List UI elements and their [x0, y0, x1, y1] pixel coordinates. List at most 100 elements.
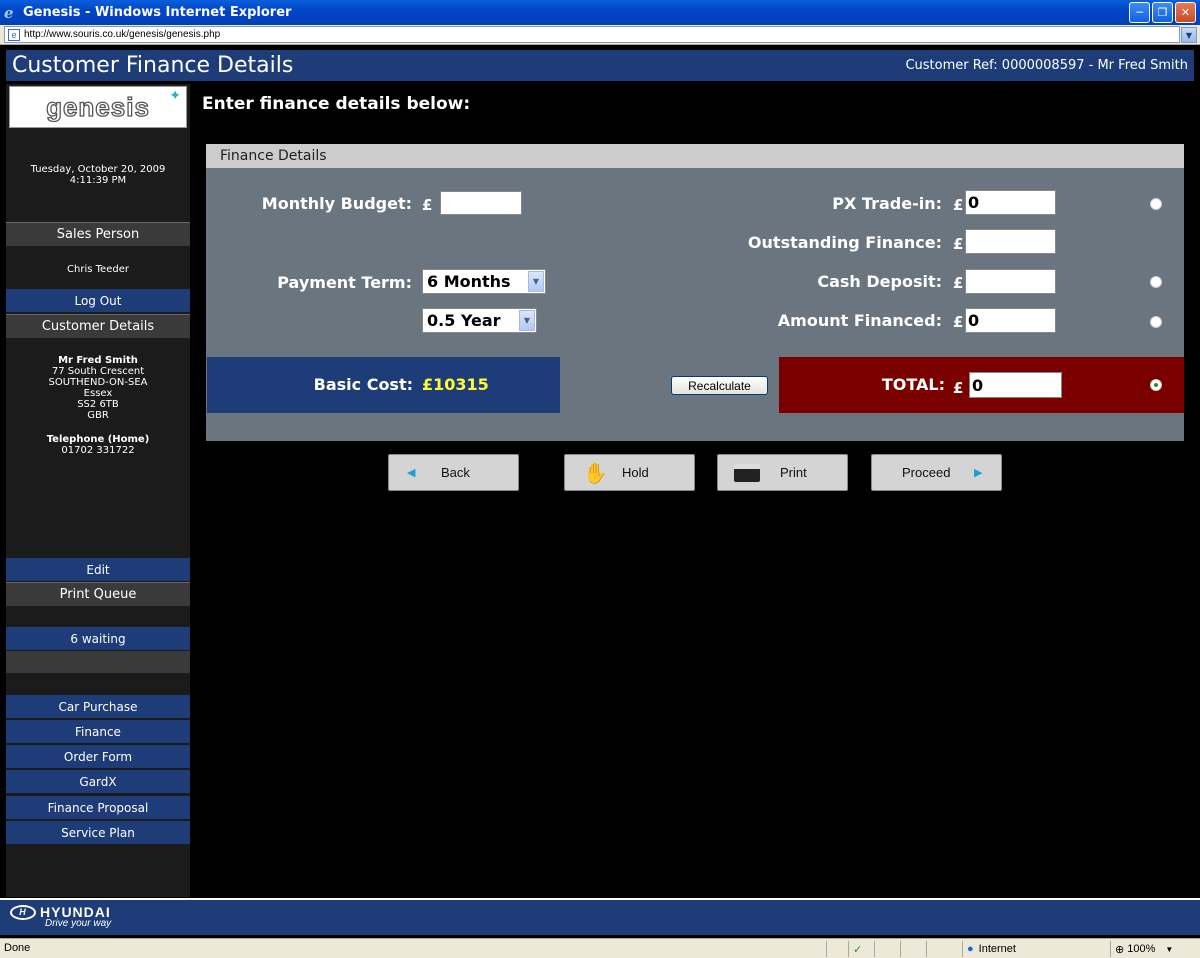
- total-box: TOTAL: £ 0: [779, 357, 1184, 413]
- sidebar-item-service-plan[interactable]: Service Plan: [6, 821, 190, 844]
- total-label: TOTAL:: [881, 375, 945, 394]
- back-button-label: Back: [441, 465, 470, 480]
- status-text: Done: [4, 942, 31, 954]
- edit-button[interactable]: Edit: [6, 558, 190, 581]
- genesis-logo-text: genesis: [45, 91, 150, 122]
- outstanding-finance-input[interactable]: [965, 229, 1056, 254]
- time-text: 4:11:39 PM: [69, 175, 127, 186]
- currency-symbol: £: [953, 235, 964, 253]
- cash-deposit-label: Cash Deposit:: [817, 272, 942, 291]
- outstanding-finance-label: Outstanding Finance:: [747, 233, 942, 252]
- customer-ref: Customer Ref: 0000008597 - Mr Fred Smith: [905, 58, 1188, 73]
- sidebar-item-finance[interactable]: Finance: [6, 720, 190, 743]
- px-trade-in-input[interactable]: 0: [965, 190, 1056, 215]
- hold-button[interactable]: ✋ Hold: [564, 454, 695, 491]
- address-field[interactable]: e http://www.souris.co.uk/genesis/genesi…: [4, 26, 1180, 43]
- payment-term-years-select[interactable]: 0.5 Year ▼: [422, 308, 537, 333]
- panel-title: Finance Details: [206, 144, 1184, 168]
- total-input[interactable]: 0: [969, 372, 1062, 398]
- currency-symbol: £: [953, 313, 964, 331]
- currency-symbol: £: [422, 196, 433, 214]
- window-controls: ─ ❐ ✕: [1129, 2, 1196, 23]
- status-cell: [874, 941, 900, 957]
- amount-financed-input[interactable]: 0: [965, 308, 1056, 333]
- sales-person-name: Chris Teeder: [67, 264, 129, 275]
- restore-icon[interactable]: ❐: [1152, 2, 1173, 23]
- datetime: Tuesday, October 20, 2009 4:11:39 PM: [6, 164, 190, 186]
- minimize-icon[interactable]: ─: [1129, 2, 1150, 23]
- sidebar-item-car-purchase[interactable]: Car Purchase: [6, 695, 190, 718]
- address-url: http://www.souris.co.uk/genesis/genesis.…: [24, 29, 221, 40]
- status-cell: [926, 941, 956, 957]
- customer-address-line: Essex: [83, 388, 113, 399]
- status-cell: [900, 941, 926, 957]
- sidebar-spacer: [6, 651, 190, 673]
- sidebar-item-order-form[interactable]: Order Form: [6, 745, 190, 768]
- security-icon: ✓: [848, 941, 874, 957]
- zone-text: Internet: [978, 943, 1016, 955]
- back-button[interactable]: ◀ Back: [388, 454, 519, 491]
- px-trade-in-radio[interactable]: [1150, 198, 1162, 210]
- printer-icon: [734, 464, 760, 482]
- genesis-logo: genesis ✦: [9, 86, 187, 128]
- amount-financed-radio[interactable]: [1150, 316, 1162, 328]
- sidebar: genesis ✦ Tuesday, October 20, 2009 4:11…: [6, 84, 190, 897]
- chevron-down-icon[interactable]: ▼: [519, 310, 535, 331]
- amount-financed-label: Amount Financed:: [777, 311, 942, 330]
- address-bar: e http://www.souris.co.uk/genesis/genesi…: [0, 25, 1200, 45]
- cash-deposit-input[interactable]: [965, 269, 1056, 294]
- hyundai-tagline: Drive your way: [45, 918, 112, 929]
- finance-panel: Finance Details Monthly Budget: £ Paymen…: [206, 144, 1184, 441]
- total-radio[interactable]: [1150, 379, 1162, 391]
- monthly-budget-input[interactable]: [440, 191, 522, 215]
- sidebar-item-gardx[interactable]: GardX: [6, 770, 190, 793]
- chevron-down-icon[interactable]: ▼: [1165, 945, 1173, 954]
- chevron-down-icon[interactable]: ▼: [528, 271, 544, 292]
- brand-footer: H HYUNDAI Drive your way: [0, 898, 1200, 935]
- cash-deposit-radio[interactable]: [1150, 276, 1162, 288]
- sidebar-item-finance-proposal[interactable]: Finance Proposal: [6, 796, 190, 819]
- print-queue-status[interactable]: 6 waiting: [6, 627, 190, 650]
- customer-address-line: GBR: [87, 410, 109, 421]
- zoom-control[interactable]: ⊕ 100% ▼: [1110, 941, 1188, 957]
- currency-symbol: £: [953, 379, 964, 397]
- basic-cost-label: Basic Cost:: [313, 375, 413, 394]
- payment-term-months-select[interactable]: 6 Months ▼: [422, 269, 546, 294]
- hold-button-label: Hold: [622, 465, 649, 480]
- customer-address-line: SOUTHEND-ON-SEA: [48, 377, 148, 388]
- basic-cost-box: Basic Cost: £10315: [207, 357, 560, 413]
- address-dropdown-icon[interactable]: ▼: [1181, 27, 1197, 43]
- customer-details-heading: Customer Details: [6, 314, 190, 338]
- logout-button[interactable]: Log Out: [6, 289, 190, 312]
- payment-term-years-value: 0.5 Year: [427, 311, 501, 330]
- arrow-right-icon: ▶: [974, 467, 983, 479]
- currency-symbol: £: [953, 274, 964, 292]
- customer-address-line: 77 South Crescent: [51, 366, 145, 377]
- hyundai-emblem-icon: H: [10, 904, 36, 920]
- status-cell: [826, 941, 848, 957]
- window-title: Genesis - Windows Internet Explorer: [23, 5, 292, 20]
- close-icon[interactable]: ✕: [1175, 2, 1196, 23]
- payment-term-months-value: 6 Months: [427, 272, 511, 291]
- hand-icon: ✋: [583, 463, 608, 485]
- page-header: Customer Finance Details Customer Ref: 0…: [6, 50, 1194, 81]
- customer-name: Mr Fred Smith: [58, 355, 138, 366]
- print-queue-heading: Print Queue: [6, 582, 190, 606]
- payment-term-label: Payment Term:: [277, 273, 412, 292]
- currency-symbol: £: [953, 196, 964, 214]
- proceed-button[interactable]: Proceed ▶: [871, 454, 1002, 491]
- date-text: Tuesday, October 20, 2009: [30, 164, 166, 175]
- ie-logo-icon: e: [4, 3, 14, 22]
- px-trade-in-label: PX Trade-in:: [832, 194, 942, 213]
- recalculate-button[interactable]: Recalculate: [671, 376, 768, 395]
- page-title: Customer Finance Details: [12, 53, 294, 78]
- arrow-left-icon: ◀: [407, 467, 416, 479]
- zone-cell: ● Internet: [962, 941, 1104, 957]
- window-titlebar: e Genesis - Windows Internet Explorer ─ …: [0, 0, 1200, 25]
- zoom-icon: ⊕: [1115, 943, 1125, 956]
- sparkle-icon: ✦: [169, 88, 181, 104]
- proceed-button-label: Proceed: [902, 465, 951, 480]
- page-icon: e: [8, 28, 20, 41]
- phone-number: 01702 331722: [61, 445, 135, 456]
- print-button[interactable]: Print: [717, 454, 848, 491]
